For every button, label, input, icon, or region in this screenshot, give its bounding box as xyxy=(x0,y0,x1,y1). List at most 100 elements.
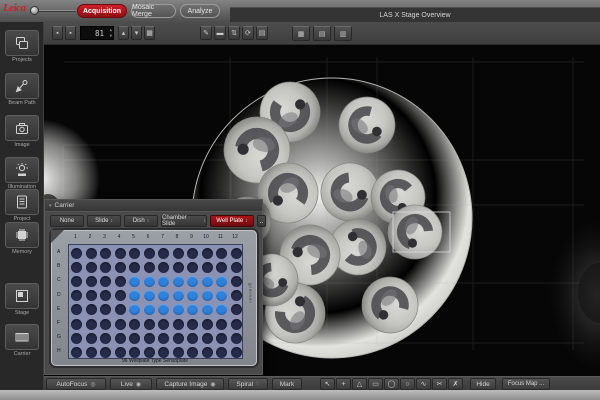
well-F10[interactable] xyxy=(202,319,213,330)
well-H4[interactable] xyxy=(115,347,126,358)
well-G4[interactable] xyxy=(115,333,126,344)
well-H8[interactable] xyxy=(173,347,184,358)
well-B8[interactable] xyxy=(173,262,184,273)
spiral-button[interactable]: Spiral◌ xyxy=(228,378,268,390)
well-C3[interactable] xyxy=(100,276,111,287)
well-C9[interactable] xyxy=(187,276,198,287)
position-display[interactable]: 81 ▲▼ xyxy=(80,26,114,40)
tab-acquisition[interactable]: Acquisition xyxy=(77,4,127,18)
well-A3[interactable] xyxy=(100,248,111,259)
well-G3[interactable] xyxy=(100,333,111,344)
well-B4[interactable] xyxy=(115,262,126,273)
well-A5[interactable] xyxy=(129,248,140,259)
well-D2[interactable] xyxy=(86,290,97,301)
well-C7[interactable] xyxy=(158,276,169,287)
line-tool-icon[interactable]: ▬ xyxy=(214,26,226,40)
well-B5[interactable] xyxy=(129,262,140,273)
well-B1[interactable] xyxy=(71,262,82,273)
well-H5[interactable] xyxy=(129,347,140,358)
carrier-type-slide[interactable]: Slide↕ xyxy=(87,215,121,227)
well-F11[interactable] xyxy=(216,319,227,330)
step-up-icon[interactable]: ▴ xyxy=(118,26,129,40)
well-C8[interactable] xyxy=(173,276,184,287)
well-H6[interactable] xyxy=(144,347,155,358)
well-A10[interactable] xyxy=(202,248,213,259)
sidebar-item-image[interactable] xyxy=(5,115,39,141)
well-E3[interactable] xyxy=(100,304,111,315)
annotate-icon[interactable]: ✎ xyxy=(200,26,212,40)
well-H2[interactable] xyxy=(86,347,97,358)
capture-image-button[interactable]: Capture Image◉ xyxy=(156,378,224,390)
delete-icon[interactable]: ✗ xyxy=(448,378,463,390)
well-F2[interactable] xyxy=(86,319,97,330)
zoom-slider-track[interactable] xyxy=(36,10,76,12)
position-spinner[interactable]: ▲▼ xyxy=(110,27,112,39)
zoom-slider-knob[interactable] xyxy=(30,6,39,15)
well-D4[interactable] xyxy=(115,290,126,301)
carrier-type-none[interactable]: None xyxy=(50,215,84,227)
well-E5[interactable] xyxy=(129,304,140,315)
well-H1[interactable] xyxy=(71,347,82,358)
carrier-type-chamber-slide[interactable]: Chamber Slide↕ xyxy=(161,215,207,227)
well-G7[interactable] xyxy=(158,333,169,344)
well-E4[interactable] xyxy=(115,304,126,315)
list-icon[interactable]: ▤ xyxy=(256,26,268,40)
spline-icon[interactable]: ∿ xyxy=(416,378,431,390)
well-G9[interactable] xyxy=(187,333,198,344)
well-A4[interactable] xyxy=(115,248,126,259)
well-C1[interactable] xyxy=(71,276,82,287)
well-A9[interactable] xyxy=(187,248,198,259)
collapse-icon[interactable]: ▾ xyxy=(49,203,52,209)
polygon-icon[interactable]: △ xyxy=(352,378,367,390)
well-F8[interactable] xyxy=(173,319,184,330)
sidebar-item-projects[interactable] xyxy=(5,30,39,56)
well-C6[interactable] xyxy=(144,276,155,287)
well-B9[interactable] xyxy=(187,262,198,273)
focus-map-button[interactable]: Focus Map ... xyxy=(502,378,550,390)
well-D12[interactable] xyxy=(231,290,242,301)
well-B10[interactable] xyxy=(202,262,213,273)
tab-mosaic-merge[interactable]: Mosaic Merge xyxy=(131,4,176,18)
well-F1[interactable] xyxy=(71,319,82,330)
autofocus-button[interactable]: AutoFocus◎ xyxy=(46,378,106,390)
well-G8[interactable] xyxy=(173,333,184,344)
toolbar-button-2[interactable]: ▪ xyxy=(65,26,76,40)
well-A6[interactable] xyxy=(144,248,155,259)
well-E7[interactable] xyxy=(158,304,169,315)
well-H7[interactable] xyxy=(158,347,169,358)
well-A7[interactable] xyxy=(158,248,169,259)
col-view-icon[interactable]: ▥ xyxy=(334,26,352,41)
refresh-icon[interactable]: ⟳ xyxy=(242,26,254,40)
well-A12[interactable] xyxy=(231,248,242,259)
well-F12[interactable] xyxy=(231,319,242,330)
well-A1[interactable] xyxy=(71,248,82,259)
well-D8[interactable] xyxy=(173,290,184,301)
well-D6[interactable] xyxy=(144,290,155,301)
well-D3[interactable] xyxy=(100,290,111,301)
well-H9[interactable] xyxy=(187,347,198,358)
well-E1[interactable] xyxy=(71,304,82,315)
sidebar-item-project[interactable] xyxy=(5,189,39,215)
sidebar-item-stage[interactable] xyxy=(5,283,39,309)
sidebar-item-memory[interactable] xyxy=(5,222,39,248)
well-D5[interactable] xyxy=(129,290,140,301)
well-G6[interactable] xyxy=(144,333,155,344)
well-F9[interactable] xyxy=(187,319,198,330)
circle-icon[interactable]: ○ xyxy=(400,378,415,390)
well-C12[interactable] xyxy=(231,276,242,287)
options-grid-icon[interactable]: ▦ xyxy=(144,26,155,40)
step-down-icon[interactable]: ▾ xyxy=(131,26,142,40)
well-B2[interactable] xyxy=(86,262,97,273)
carrier-panel-header[interactable]: ▾ Carrier xyxy=(44,199,263,212)
well-H12[interactable] xyxy=(231,347,242,358)
sidebar-item-carrier[interactable] xyxy=(5,324,39,350)
well-G2[interactable] xyxy=(86,333,97,344)
well-E10[interactable] xyxy=(202,304,213,315)
well-C11[interactable] xyxy=(216,276,227,287)
well-H10[interactable] xyxy=(202,347,213,358)
swap-icon[interactable]: ⇅ xyxy=(228,26,240,40)
well-C2[interactable] xyxy=(86,276,97,287)
well-F3[interactable] xyxy=(100,319,111,330)
sidebar-item-illumination[interactable] xyxy=(5,157,39,183)
well-G5[interactable] xyxy=(129,333,140,344)
